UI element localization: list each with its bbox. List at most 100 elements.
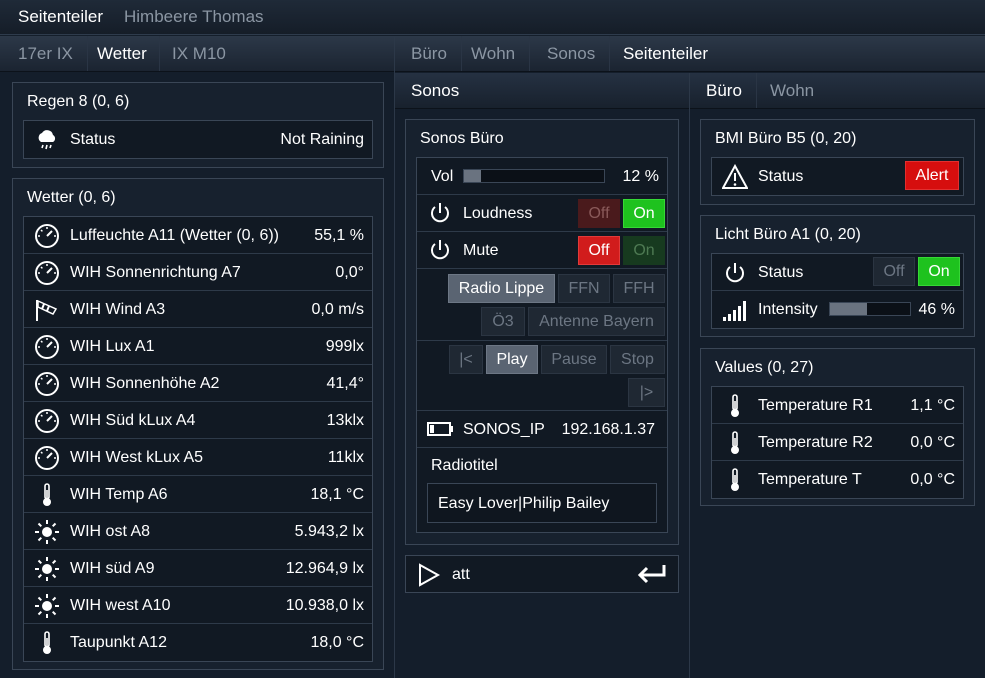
tab-wohn-right[interactable]: Wohn xyxy=(758,73,826,108)
tab-seitenteiler-sub[interactable]: Seitenteiler xyxy=(611,36,720,71)
wetter-rows: Luffeuchte A11 (Wetter (0, 6)) 55,1 % WIH … xyxy=(23,216,373,662)
station-row: Radio Lippe FFN FFH Ö3 Antenne Bayern xyxy=(417,269,667,341)
wetter-label: WIH Sonnenhöhe A2 xyxy=(70,375,220,392)
regen-title: Regen 8 (0, 6) xyxy=(27,93,130,110)
volume-row: Vol 12 % xyxy=(417,158,667,195)
mid-divider xyxy=(689,73,690,678)
right-tab-bar: Büro Wohn xyxy=(690,73,985,109)
wetter-label: WIH süd A9 xyxy=(70,560,155,577)
gauge-icon xyxy=(35,335,59,359)
att-label: att xyxy=(452,566,470,583)
transport-row: |< Play Pause Stop |> xyxy=(417,341,667,411)
bmi-status-label: Status xyxy=(758,168,804,185)
regen-panel: Regen 8 (0, 6) Status Not Raining xyxy=(12,82,384,168)
alert-button[interactable]: Alert xyxy=(905,161,959,190)
att-row[interactable]: att xyxy=(405,555,679,593)
licht-status-label: Status xyxy=(758,264,804,281)
wetter-value: 18,1 °C xyxy=(310,486,364,503)
top-tab-bar: Seitenteiler Himbeere Thomas xyxy=(0,0,985,35)
values-value: 1,1 °C xyxy=(910,397,955,414)
values-panel: Values (0, 27) Temperature R1 1,1 °C Tempe… xyxy=(700,348,975,506)
tab-buero-right[interactable]: Büro xyxy=(694,73,757,108)
regen-rows: Status Not Raining xyxy=(23,120,373,159)
wetter-value: 999lx xyxy=(325,338,364,355)
radiotitel-value: Easy Lover|Philip Bailey xyxy=(438,495,610,512)
values-value: 0,0 °C xyxy=(910,434,955,451)
sun-icon xyxy=(35,594,59,618)
previous-button[interactable]: |< xyxy=(449,345,483,374)
loudness-on-button[interactable]: On xyxy=(623,199,665,228)
ip-row: SONOS_IP 192.168.1.37 xyxy=(417,411,667,448)
loudness-off-button[interactable]: Off xyxy=(578,199,620,228)
values-label: Temperature T xyxy=(758,471,862,488)
volume-slider[interactable] xyxy=(463,169,605,183)
wetter-value: 13klx xyxy=(326,412,364,429)
thermometer-icon xyxy=(43,631,51,654)
regen-status-value: Not Raining xyxy=(280,131,364,148)
tab-wetter[interactable]: Wetter xyxy=(85,36,160,71)
warning-icon xyxy=(722,164,748,189)
battery-icon xyxy=(427,422,453,436)
licht-rows: Status Off On Intensity 46 % xyxy=(711,253,964,329)
wetter-panel: Wetter (0, 6) Luffeuchte A11 (Wetter (0,… xyxy=(12,178,384,670)
station-ffh-button[interactable]: FFH xyxy=(613,274,665,303)
play-button[interactable]: Play xyxy=(486,345,538,374)
bmi-status-row: Status Alert xyxy=(712,158,963,195)
wetter-row: WIH süd A9 12.964,9 lx xyxy=(24,550,372,587)
licht-panel: Licht Büro A1 (0, 20) Status Off On Inte… xyxy=(700,215,975,337)
bmi-rows: Status Alert xyxy=(711,157,964,196)
tab-buero[interactable]: Büro xyxy=(397,36,462,71)
pause-button[interactable]: Pause xyxy=(541,345,607,374)
power-icon xyxy=(431,203,449,223)
wetter-row: WIH Süd kLux A4 13klx xyxy=(24,402,372,439)
wetter-value: 55,1 % xyxy=(314,227,364,244)
wetter-label: Luffeuchte A11 (Wetter (0, 6)) xyxy=(70,227,279,244)
mute-on-button[interactable]: On xyxy=(623,236,665,265)
tab-17er-ix[interactable]: 17er IX xyxy=(6,36,88,71)
tab-sonos[interactable]: Sonos xyxy=(533,36,611,71)
mid-tab-bar: Büro Wohn Sonos Seitenteiler xyxy=(395,36,985,72)
sonos-title: Sonos Büro xyxy=(420,130,504,147)
mute-off-button[interactable]: Off xyxy=(578,236,620,265)
wetter-label: WIH ost A8 xyxy=(70,523,151,540)
values-row: Temperature R1 1,1 °C xyxy=(712,387,963,424)
licht-on-button[interactable]: On xyxy=(918,257,960,286)
wetter-label: WIH Temp A6 xyxy=(70,486,168,503)
wetter-label: WIH Lux A1 xyxy=(70,338,155,355)
station-antenne-bayern-button[interactable]: Antenne Bayern xyxy=(528,307,665,336)
volume-slider-fill xyxy=(464,170,481,182)
gauge-icon xyxy=(35,224,59,248)
wetter-label: WIH Süd kLux A4 xyxy=(70,412,196,429)
left-divider xyxy=(394,36,395,678)
regen-status-label: Status xyxy=(70,131,116,148)
licht-status-row: Status Off On xyxy=(712,254,963,291)
gauge-icon xyxy=(35,261,59,285)
wetter-row: WIH Wind A3 0,0 m/s xyxy=(24,291,372,328)
tab-wohn[interactable]: Wohn xyxy=(457,36,531,71)
gauge-icon xyxy=(35,372,59,396)
enter-icon[interactable] xyxy=(636,563,668,585)
tab-ix-m10[interactable]: IX M10 xyxy=(160,36,238,71)
wetter-row: Taupunkt A12 18,0 °C xyxy=(24,624,372,661)
station-radio-lippe-button[interactable]: Radio Lippe xyxy=(448,274,555,303)
next-button[interactable]: |> xyxy=(628,378,665,407)
values-value: 0,0 °C xyxy=(910,471,955,488)
wetter-row: WIH Lux A1 999lx xyxy=(24,328,372,365)
bmi-panel: BMI Büro B5 (0, 20) Status Alert xyxy=(700,119,975,205)
station-ffn-button[interactable]: FFN xyxy=(558,274,610,303)
values-title: Values (0, 27) xyxy=(715,359,814,376)
wetter-value: 0,0 m/s xyxy=(311,301,364,318)
thermometer-icon xyxy=(43,483,51,506)
licht-off-button[interactable]: Off xyxy=(873,257,915,286)
tab-seitenteiler[interactable]: Seitenteiler xyxy=(6,0,115,34)
mute-label: Mute xyxy=(463,242,499,259)
intensity-slider[interactable] xyxy=(829,302,911,316)
station-oe3-button[interactable]: Ö3 xyxy=(481,307,525,336)
tab-himbeere-thomas[interactable]: Himbeere Thomas xyxy=(112,0,276,34)
regen-status-row: Status Not Raining xyxy=(24,121,372,158)
loudness-row: Loudness Off On xyxy=(417,195,667,232)
radiotitel-row: Radiotitel Easy Lover|Philip Bailey xyxy=(417,448,667,534)
stop-button[interactable]: Stop xyxy=(610,345,665,374)
wetter-row: WIH Temp A6 18,1 °C xyxy=(24,476,372,513)
gauge-icon xyxy=(35,446,59,470)
